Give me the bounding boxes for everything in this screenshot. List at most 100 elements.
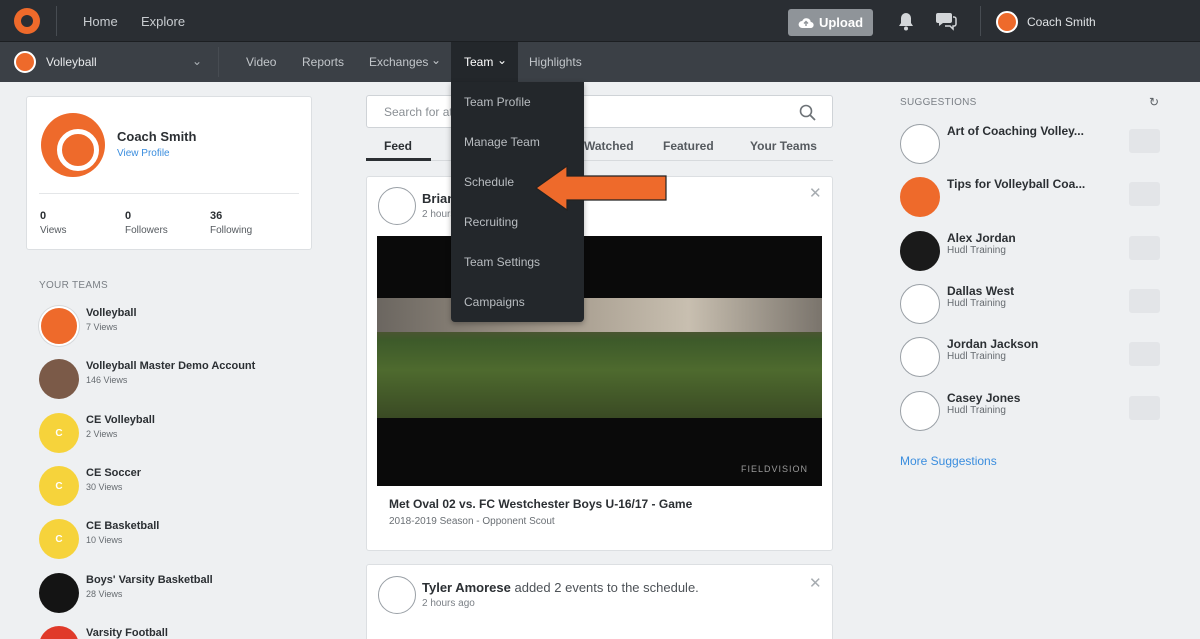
suggestion-item[interactable]: Tips for Volleyball Coa...	[900, 177, 1162, 217]
menu-item-team-settings[interactable]: Team Settings	[464, 255, 540, 269]
menu-item-manage-team[interactable]: Manage Team	[464, 135, 540, 149]
team-views: 146 Views	[86, 375, 128, 385]
video-sky	[377, 298, 822, 332]
suggestion-item[interactable]: Casey Jones Hudl Training	[900, 391, 1162, 431]
team-selector-label: Volleyball	[46, 55, 97, 69]
suggestion-avatar	[900, 231, 940, 271]
suggestion-name: Art of Coaching Volley...	[947, 124, 1084, 138]
nav-video[interactable]: Video	[246, 55, 276, 69]
team-views: 28 Views	[86, 589, 123, 599]
team-list-item[interactable]: C CE Basketball 10 Views	[39, 519, 299, 559]
video-title[interactable]: Met Oval 02 vs. FC Westchester Boys U-16…	[389, 497, 692, 511]
search-icon[interactable]	[799, 104, 816, 121]
cloud-upload-icon	[798, 17, 814, 28]
stat-following-label: Following	[210, 225, 253, 236]
team-name: Boys' Varsity Basketball	[86, 574, 213, 586]
team-avatar: C	[39, 519, 79, 559]
video-player[interactable]: FIELDVISION	[377, 236, 822, 486]
post-author-name[interactable]: Tyler Amorese	[422, 580, 511, 595]
team-views: 10 Views	[86, 535, 123, 545]
follow-button[interactable]	[1129, 396, 1160, 420]
callout-arrow-icon	[535, 165, 667, 211]
suggestion-item[interactable]: Art of Coaching Volley...	[900, 124, 1162, 164]
suggestion-avatar	[900, 391, 940, 431]
close-icon[interactable]: ✕	[809, 184, 822, 202]
view-profile-link[interactable]: View Profile	[117, 148, 170, 159]
team-avatar	[39, 306, 79, 346]
team-list-item[interactable]: Boys' Varsity Basketball 28 Views	[39, 573, 299, 613]
suggestion-avatar	[900, 177, 940, 217]
follow-button[interactable]	[1129, 236, 1160, 260]
team-views: 30 Views	[86, 482, 123, 492]
video-watermark: FIELDVISION	[741, 464, 809, 474]
nav-exchanges[interactable]: Exchanges	[369, 55, 428, 69]
team-name: CE Basketball	[86, 520, 160, 532]
nav-explore[interactable]: Explore	[141, 14, 185, 29]
chat-icon[interactable]	[935, 11, 957, 31]
hudl-logo-icon[interactable]	[14, 8, 40, 34]
nav-team[interactable]: Team ⌄	[451, 42, 518, 82]
follow-button[interactable]	[1129, 182, 1160, 206]
suggestions-heading: SUGGESTIONS	[900, 97, 977, 108]
suggestion-avatar	[900, 124, 940, 164]
your-teams-heading: YOUR TEAMS	[39, 280, 108, 291]
menu-item-recruiting[interactable]: Recruiting	[464, 215, 518, 229]
close-icon[interactable]: ✕	[809, 574, 822, 592]
upload-button[interactable]: Upload	[788, 9, 873, 36]
team-name: Volleyball	[86, 307, 137, 319]
user-avatar[interactable]	[996, 11, 1018, 33]
team-avatar	[39, 626, 79, 639]
team-list-item[interactable]: Volleyball 7 Views	[39, 306, 299, 346]
user-avatar-icon[interactable]	[378, 576, 416, 614]
follow-button[interactable]	[1129, 342, 1160, 366]
suggestion-subtitle: Hudl Training	[947, 351, 1006, 362]
profile-name[interactable]: Coach Smith	[117, 129, 196, 144]
stat-views-label: Views	[40, 225, 67, 236]
search-input[interactable]: Search for at...	[366, 95, 833, 128]
user-avatar-icon[interactable]	[378, 187, 416, 225]
team-list-item[interactable]: Volleyball Master Demo Account 146 Views	[39, 359, 299, 399]
more-suggestions-link[interactable]: More Suggestions	[900, 454, 997, 468]
tab-feed[interactable]: Feed	[384, 139, 412, 153]
suggestion-item[interactable]: Dallas West Hudl Training	[900, 284, 1162, 324]
chevron-down-icon: ⌄	[431, 53, 442, 67]
team-list-item[interactable]: C CE Soccer 30 Views	[39, 466, 299, 506]
follow-button[interactable]	[1129, 129, 1160, 153]
post-time: 2 hours ago	[422, 598, 475, 609]
upload-label: Upload	[818, 15, 864, 30]
nav-reports[interactable]: Reports	[302, 55, 344, 69]
stat-followers-label: Followers	[125, 225, 168, 236]
suggestion-item[interactable]: Alex Jordan Hudl Training	[900, 231, 1162, 271]
team-name: CE Volleyball	[86, 414, 155, 426]
menu-item-campaigns[interactable]: Campaigns	[464, 295, 525, 309]
tab-featured[interactable]: Featured	[663, 139, 714, 153]
nav-highlights[interactable]: Highlights	[529, 55, 582, 69]
nav-team-label: Team	[464, 55, 494, 69]
team-selector[interactable]: Volleyball ⌄	[0, 42, 218, 82]
stat-followers-value: 0	[125, 210, 132, 222]
profile-avatar[interactable]	[41, 113, 105, 177]
tab-divider	[366, 160, 833, 161]
top-bar: Home Explore Upload Coach Smith	[0, 0, 1200, 42]
tab-watched[interactable]: Watched	[584, 139, 634, 153]
refresh-icon[interactable]: ↻	[1149, 95, 1159, 109]
nav-home[interactable]: Home	[83, 14, 118, 29]
team-list-item[interactable]: Varsity Football	[39, 626, 299, 639]
suggestion-name: Alex Jordan	[947, 231, 1016, 245]
bell-icon[interactable]	[896, 11, 916, 31]
divider	[56, 6, 57, 36]
user-name[interactable]: Coach Smith	[1027, 15, 1096, 29]
menu-item-team-profile[interactable]: Team Profile	[464, 95, 531, 109]
chevron-down-icon: ⌄	[497, 53, 508, 67]
team-list-item[interactable]: C CE Volleyball 2 Views	[39, 413, 299, 453]
stat-following-value: 36	[210, 210, 223, 222]
menu-item-schedule[interactable]: Schedule	[464, 175, 514, 189]
divider	[39, 193, 299, 194]
follow-button[interactable]	[1129, 289, 1160, 313]
suggestion-item[interactable]: Jordan Jackson Hudl Training	[900, 337, 1162, 377]
divider	[980, 6, 981, 36]
tab-your-teams[interactable]: Your Teams	[750, 139, 817, 153]
suggestion-subtitle: Hudl Training	[947, 245, 1006, 256]
team-views: 2 Views	[86, 429, 118, 439]
team-name: CE Soccer	[86, 467, 142, 479]
